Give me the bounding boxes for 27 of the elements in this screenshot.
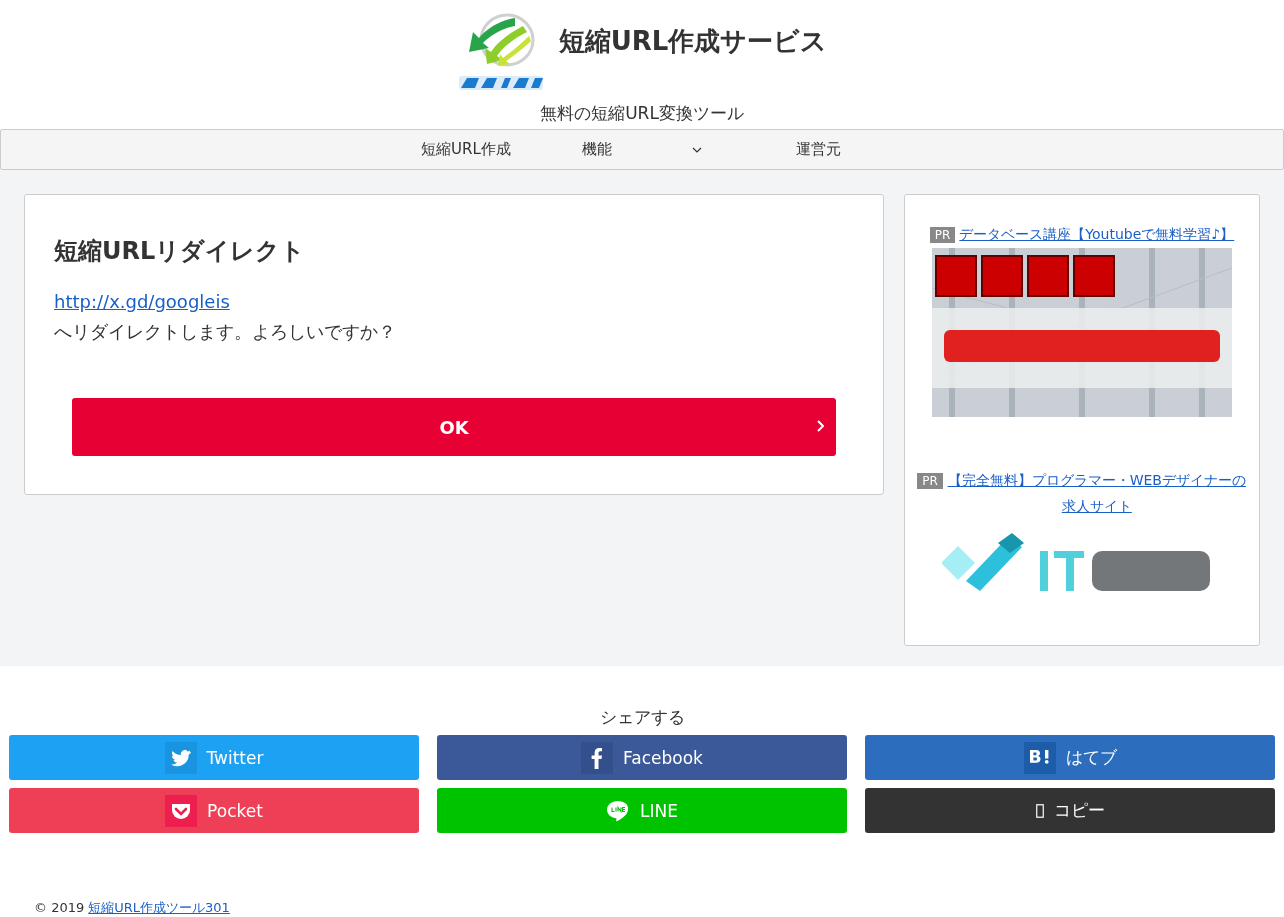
site-title: 短縮URL作成サービス	[558, 25, 828, 58]
ad-link[interactable]: 【完全無料】プログラマー・WEBデザイナーの求人サイト	[946, 467, 1247, 519]
missing-glyph-icon	[1035, 803, 1044, 818]
confirm-message: へリダイレクトします。よろしいですか？	[54, 320, 397, 344]
share-button[interactable]: コピー	[865, 788, 1275, 833]
nav-item[interactable]: 機能	[554, 140, 730, 159]
pocket-icon	[165, 794, 198, 827]
hatena-icon	[1023, 741, 1056, 774]
share-title: シェアする	[599, 706, 685, 729]
nav-item[interactable]: 運営元	[730, 140, 906, 159]
share-button[interactable]: Facebook	[437, 735, 847, 780]
ad-link[interactable]: データベース講座【Youtubeで無料学習♪】	[959, 221, 1235, 247]
pr-badge: PR	[917, 473, 943, 489]
chat-bubble-icon	[606, 799, 630, 822]
ok-button[interactable]: OK	[72, 398, 836, 456]
share-button[interactable]: Pocket	[9, 788, 419, 833]
pr-badge: PR	[929, 227, 956, 243]
facebook-icon	[581, 741, 614, 774]
bird-icon	[164, 741, 197, 774]
nav-item[interactable]: 短縮URL作成	[378, 140, 554, 159]
short-url-link[interactable]: http://x.gd/googleis	[54, 291, 854, 312]
tagline: 無料の短縮URL変換ツール	[540, 102, 744, 125]
page-heading: 短縮URLリダイレクト	[54, 236, 307, 267]
share-button[interactable]: はてブ	[865, 735, 1275, 780]
copyright-text: © 2019	[34, 900, 85, 915]
footer-link[interactable]: 短縮URL作成ツール301	[88, 900, 230, 915]
chevron-right-icon	[816, 420, 824, 432]
